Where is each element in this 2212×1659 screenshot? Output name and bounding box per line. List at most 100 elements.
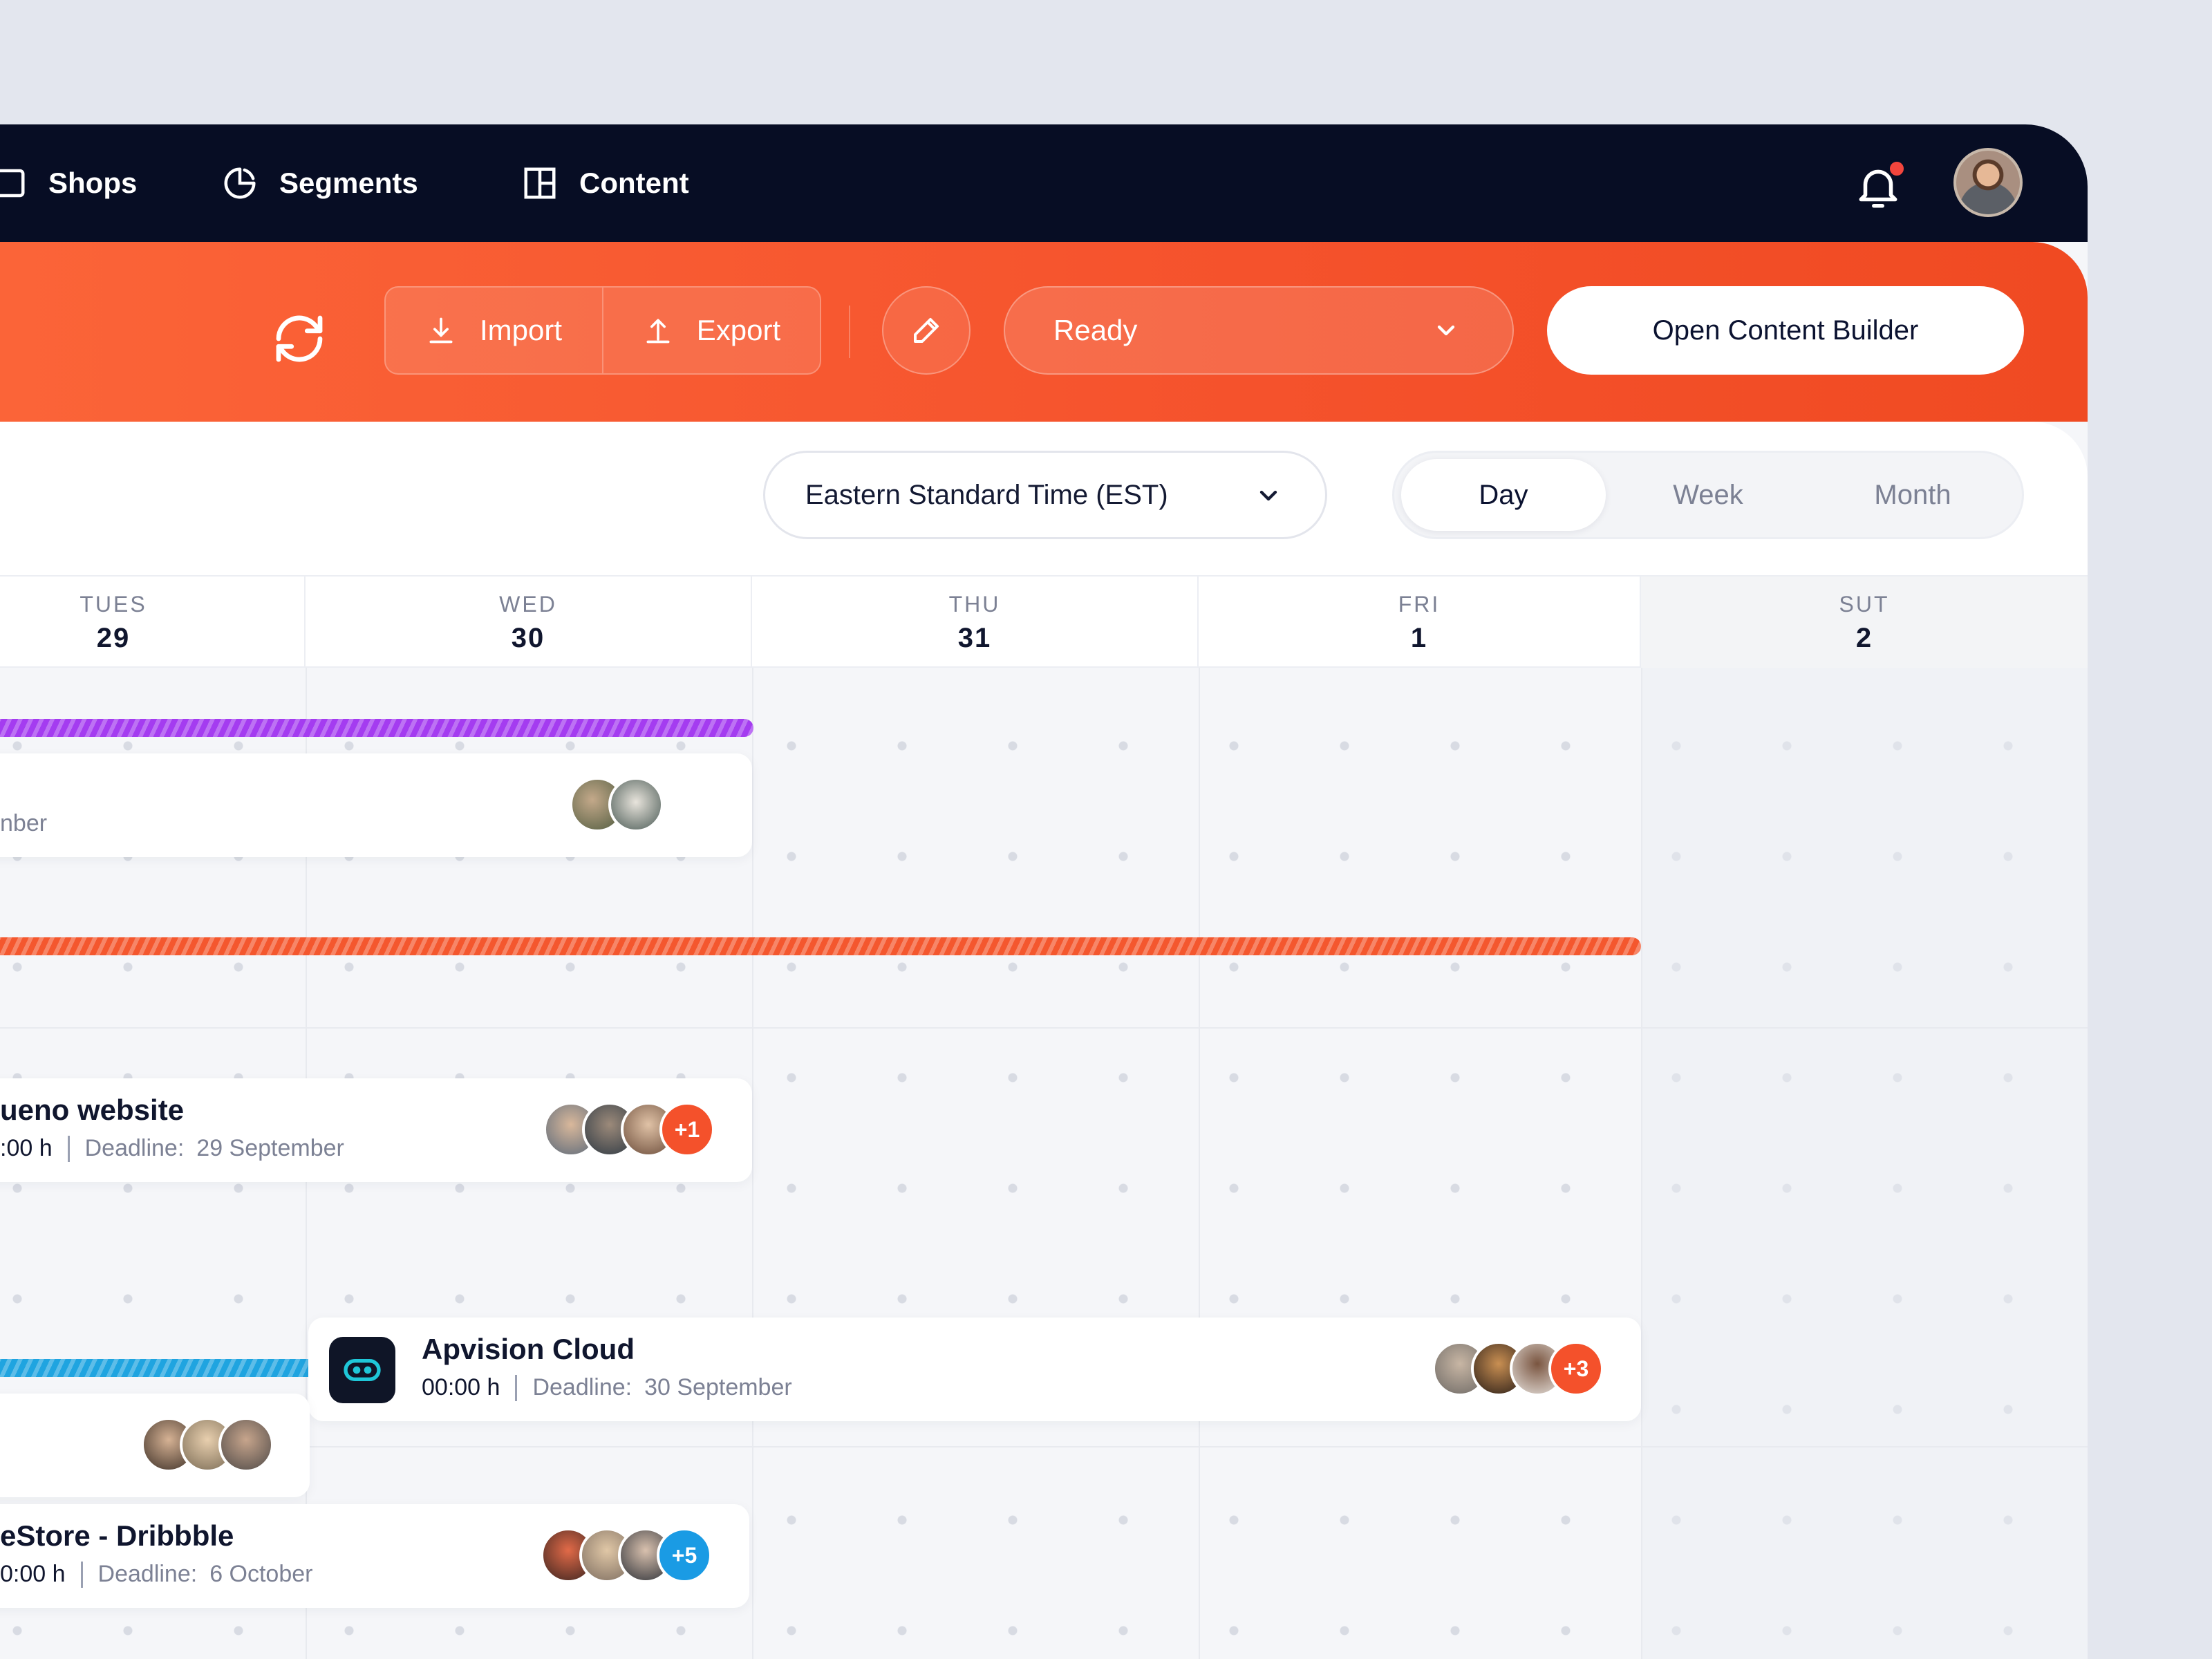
app-logo [329, 1337, 395, 1403]
day-header-wed[interactable]: WED 30 [306, 577, 752, 669]
day-number: 1 [1410, 623, 1428, 653]
shop-icon [0, 169, 25, 198]
weekend-column [1641, 668, 2088, 1659]
avatar [608, 777, 664, 832]
top-navigation: Shops Segments Content [0, 124, 2088, 242]
event-title: eStore - Dribbble [0, 1519, 234, 1552]
project-timeline-bar-purple[interactable] [0, 719, 753, 737]
more-assignees-badge[interactable]: +1 [659, 1102, 715, 1157]
day-name: SUT [1839, 592, 1890, 617]
timezone-value: Eastern Standard Time (EST) [805, 479, 1168, 510]
upload-icon [646, 319, 670, 344]
meta-separator [80, 1561, 83, 1588]
sync-button[interactable] [268, 308, 330, 370]
event-deadline: 29 September [196, 1135, 344, 1161]
event-card[interactable]: nber [0, 753, 752, 857]
assignee-avatars[interactable] [141, 1417, 274, 1472]
avatar [218, 1417, 274, 1472]
edit-button[interactable] [882, 286, 971, 375]
nav-item-label: Segments [279, 167, 418, 199]
event-time: :00 h [0, 1135, 53, 1161]
more-assignees-badge[interactable]: +3 [1548, 1341, 1604, 1396]
toolbar-divider [849, 306, 850, 358]
event-deadline: 30 September [644, 1374, 792, 1400]
day-name: THU [948, 592, 1001, 617]
grid-line [0, 1446, 2088, 1447]
nav-item-label: Shops [48, 167, 138, 199]
grid-line [0, 1027, 2088, 1029]
event-meta: nber [0, 810, 47, 837]
chevron-down-icon [1437, 325, 1455, 336]
more-assignees-badge[interactable]: +5 [657, 1528, 712, 1583]
meta-separator [515, 1374, 518, 1401]
event-card[interactable]: eStore - Dribbble 0:00 h Deadline: 6 Octo… [0, 1504, 749, 1608]
event-meta: 00:00 h Deadline: 30 September [422, 1374, 792, 1401]
meta-separator [67, 1135, 70, 1162]
nav-item-segments[interactable]: Segments [221, 159, 418, 207]
day-number: 30 [511, 623, 545, 653]
assignee-avatars[interactable]: +5 [541, 1528, 712, 1583]
layout-icon [524, 167, 556, 199]
event-title: Apvision Cloud [422, 1333, 635, 1365]
day-number: 31 [957, 623, 992, 653]
download-icon [429, 317, 453, 344]
deadline-label: Deadline: [97, 1561, 198, 1587]
export-label: Export [696, 314, 781, 346]
view-option-month[interactable]: Month [1810, 459, 2015, 531]
assignee-avatars[interactable] [570, 777, 664, 832]
export-button[interactable]: Export [602, 288, 820, 373]
notification-dot [1887, 159, 1906, 178]
day-name: WED [499, 592, 557, 617]
event-deadline: 6 October [209, 1561, 313, 1587]
timezone-dropdown[interactable]: Eastern Standard Time (EST) [763, 451, 1327, 539]
event-deadline: nber [0, 810, 48, 836]
day-header-thu[interactable]: THU 31 [752, 577, 1199, 669]
project-timeline-bar-orange[interactable] [0, 937, 1641, 955]
nav-item-shops[interactable]: Shops [0, 159, 137, 207]
event-card[interactable] [0, 1394, 310, 1497]
builder-label: Open Content Builder [1652, 315, 1919, 346]
notifications-button[interactable] [1853, 159, 1906, 214]
app-logo-icon [344, 1359, 381, 1381]
event-meta: 0:00 h Deadline: 6 October [0, 1561, 313, 1588]
day-header-fri[interactable]: FRI 1 [1199, 577, 1641, 669]
event-card[interactable]: Apvision Cloud 00:00 h Deadline: 30 Septe… [308, 1318, 1641, 1421]
nav-item-label: Content [579, 167, 689, 199]
event-deadline-group: Deadline: 6 October [98, 1561, 313, 1588]
import-label: Import [479, 314, 563, 346]
day-number: 2 [1855, 623, 1873, 653]
view-toggle: Day Week Month [1392, 451, 2024, 539]
user-avatar[interactable] [1953, 148, 2023, 217]
pie-chart-icon [224, 167, 256, 199]
open-content-builder-button[interactable]: Open Content Builder [1547, 286, 2024, 375]
view-option-week[interactable]: Week [1606, 459, 1810, 531]
assignee-avatars[interactable]: +1 [543, 1102, 715, 1157]
day-header-sat[interactable]: SUT 2 [1641, 577, 2088, 669]
day-header-tue[interactable]: TUES 29 [0, 577, 306, 669]
calendar-header: TUES 29 WED 30 THU 31 FRI 1 SUT 2 [0, 575, 2088, 669]
grid-line [1641, 668, 1642, 1659]
event-title: ueno website [0, 1094, 185, 1126]
day-name: FRI [1398, 592, 1441, 617]
chevron-down-icon [1259, 490, 1277, 501]
status-value: Ready [1053, 314, 1138, 346]
grid-line [752, 668, 753, 1659]
nav-item-content[interactable]: Content [521, 159, 689, 207]
deadline-label: Deadline: [532, 1374, 632, 1400]
refresh-icon [276, 315, 323, 362]
event-card[interactable]: ueno website :00 h Deadline: 29 September… [0, 1078, 752, 1182]
event-time: 0:00 h [0, 1561, 66, 1587]
grid-line [1199, 668, 1200, 1659]
day-number: 29 [96, 623, 131, 653]
app-window: Shops Segments Content Import Export Rea… [0, 124, 2088, 1659]
event-deadline-group: Deadline: 30 September [532, 1374, 791, 1401]
assignee-avatars[interactable]: +3 [1432, 1341, 1604, 1396]
pencil-icon [914, 318, 939, 343]
status-dropdown[interactable]: Ready [1004, 286, 1514, 375]
view-option-day[interactable]: Day [1401, 459, 1606, 531]
deadline-label: Deadline: [84, 1135, 185, 1161]
import-button[interactable]: Import [386, 288, 602, 373]
event-time: 00:00 h [422, 1374, 500, 1400]
event-meta: :00 h Deadline: 29 September [0, 1135, 344, 1162]
import-export-group: Import Export [384, 286, 821, 375]
